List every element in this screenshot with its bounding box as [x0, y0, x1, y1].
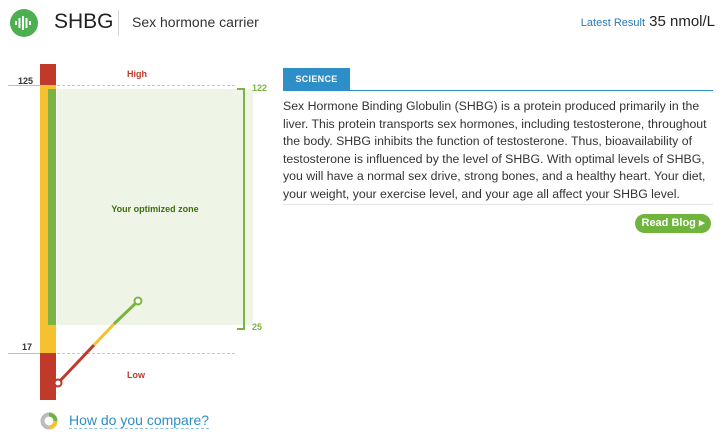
latest-result-label: Latest Result [580, 17, 645, 29]
tab-science[interactable]: SCIENCE [283, 68, 350, 90]
science-description: Sex Hormone Binding Globulin (SHBG) is a… [283, 99, 707, 201]
science-divider [283, 204, 713, 205]
trend-line [53, 296, 143, 388]
donut-chart-icon [40, 412, 58, 430]
read-blog-button[interactable]: Read Blog ▸ [635, 214, 711, 233]
latest-result-value: 35 nmol/L [649, 13, 715, 30]
result-point-latest [133, 296, 143, 306]
tab-underline [283, 90, 713, 91]
how-do-you-compare-link[interactable]: How do you compare? [69, 412, 210, 429]
result-point-previous [53, 378, 63, 388]
